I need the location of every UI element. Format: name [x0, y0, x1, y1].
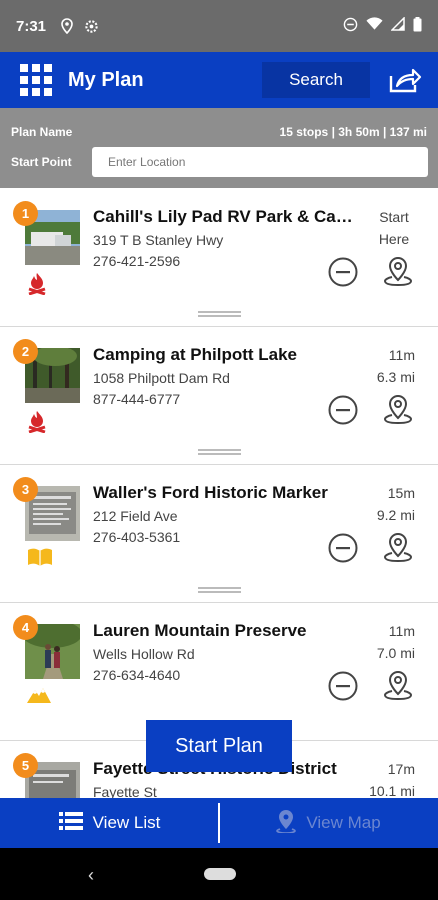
home-pill-icon[interactable] — [204, 868, 236, 880]
start-point-label: Start Point — [11, 155, 72, 169]
stop-distance: 7.0 mi — [376, 645, 415, 661]
map-pin-icon[interactable] — [383, 393, 413, 430]
stop-card[interactable]: 3 Waller's Ford Historic Marker 212 Fiel… — [0, 465, 438, 603]
stop-distance: 10.1 mi — [369, 783, 415, 799]
map-pin-icon[interactable] — [383, 669, 413, 706]
stop-number-badge: 4 — [13, 615, 38, 640]
stop-distance: 6.3 mi — [376, 369, 415, 385]
remove-stop-icon[interactable] — [328, 257, 358, 292]
stop-name: Camping at Philpott Lake — [93, 345, 298, 364]
drag-handle[interactable] — [198, 587, 241, 593]
campfire-icon — [27, 271, 47, 300]
view-map-label: View Map — [306, 813, 381, 832]
stop-time: Start — [379, 209, 409, 225]
plan-stats: 15 stops | 3h 50m | 137 mi — [279, 125, 427, 139]
stop-phone[interactable]: 276-403-5361 — [93, 529, 180, 545]
stop-number-badge: 5 — [13, 753, 38, 778]
drag-handle[interactable] — [198, 311, 241, 317]
plan-info-bar: Plan Name 15 stops | 3h 50m | 137 mi Sta… — [0, 108, 438, 188]
wifi-status-icon — [366, 17, 383, 35]
location-status-icon — [60, 18, 74, 34]
list-icon — [58, 811, 83, 835]
stop-number-badge: 3 — [13, 477, 38, 502]
stop-phone[interactable]: 276-634-4640 — [93, 667, 180, 683]
battery-status-icon — [413, 16, 422, 36]
stop-name: Cahill's Lily Pad RV Park & Campground — [93, 207, 359, 226]
app-header: My Plan Search — [0, 52, 438, 108]
start-location-input[interactable] — [92, 147, 428, 177]
menu-grid-icon[interactable] — [20, 64, 52, 96]
bottom-nav-divider — [218, 803, 220, 843]
campfire-icon — [27, 409, 47, 438]
dnd-status-icon — [343, 17, 358, 36]
stop-address: 319 T B Stanley Hwy — [93, 232, 224, 248]
share-icon[interactable] — [388, 66, 422, 99]
stop-phone[interactable]: 276-421-2596 — [93, 253, 180, 269]
map-pin-icon[interactable] — [383, 531, 413, 568]
book-icon — [27, 547, 53, 572]
signal-status-icon — [390, 16, 405, 35]
stop-name: Waller's Ford Historic Marker — [93, 483, 328, 502]
start-plan-button[interactable]: Start Plan — [146, 720, 292, 772]
back-icon[interactable]: ‹ — [88, 865, 94, 886]
stop-time: 15m — [387, 485, 415, 501]
stop-phone[interactable]: 877-444-6777 — [93, 391, 180, 407]
view-list-tab[interactable]: View List — [0, 798, 219, 848]
stop-time: 11m — [388, 623, 415, 639]
mountain-icon — [27, 685, 51, 708]
page-title: My Plan — [68, 68, 144, 91]
system-nav-bar: ‹ — [0, 848, 438, 900]
stop-number-badge: 2 — [13, 339, 38, 364]
search-button[interactable]: Search — [262, 62, 370, 98]
settings-status-icon — [84, 19, 99, 34]
stop-name: Lauren Mountain Preserve — [93, 621, 307, 640]
stop-card[interactable]: 2 Camping at Philpott Lake 1058 Philpott… — [0, 327, 438, 465]
stop-distance: 9.2 mi — [376, 507, 415, 523]
stop-time: 11m — [388, 347, 415, 363]
view-map-tab[interactable]: View Map — [219, 798, 438, 848]
view-list-label: View List — [92, 813, 161, 832]
stop-distance: Here — [378, 231, 410, 247]
remove-stop-icon[interactable] — [328, 533, 358, 568]
status-time: 7:31 — [16, 17, 47, 35]
drag-handle[interactable] — [198, 449, 241, 455]
remove-stop-icon[interactable] — [328, 671, 358, 706]
stop-address: 212 Field Ave — [93, 508, 178, 524]
stop-time: 17m — [387, 761, 415, 777]
stop-address: 1058 Philpott Dam Rd — [93, 370, 230, 386]
status-bar: 7:31 — [0, 0, 438, 52]
remove-stop-icon[interactable] — [328, 395, 358, 430]
map-marker-icon — [276, 809, 297, 838]
map-pin-icon[interactable] — [383, 255, 413, 292]
bottom-nav: View List View Map — [0, 798, 438, 848]
stop-card[interactable]: 1 Cahill's Lily Pad RV Park & Campground… — [0, 189, 438, 327]
stop-number-badge: 1 — [13, 201, 38, 226]
plan-name-label: Plan Name — [11, 125, 73, 139]
stop-address: Wells Hollow Rd — [93, 646, 195, 662]
